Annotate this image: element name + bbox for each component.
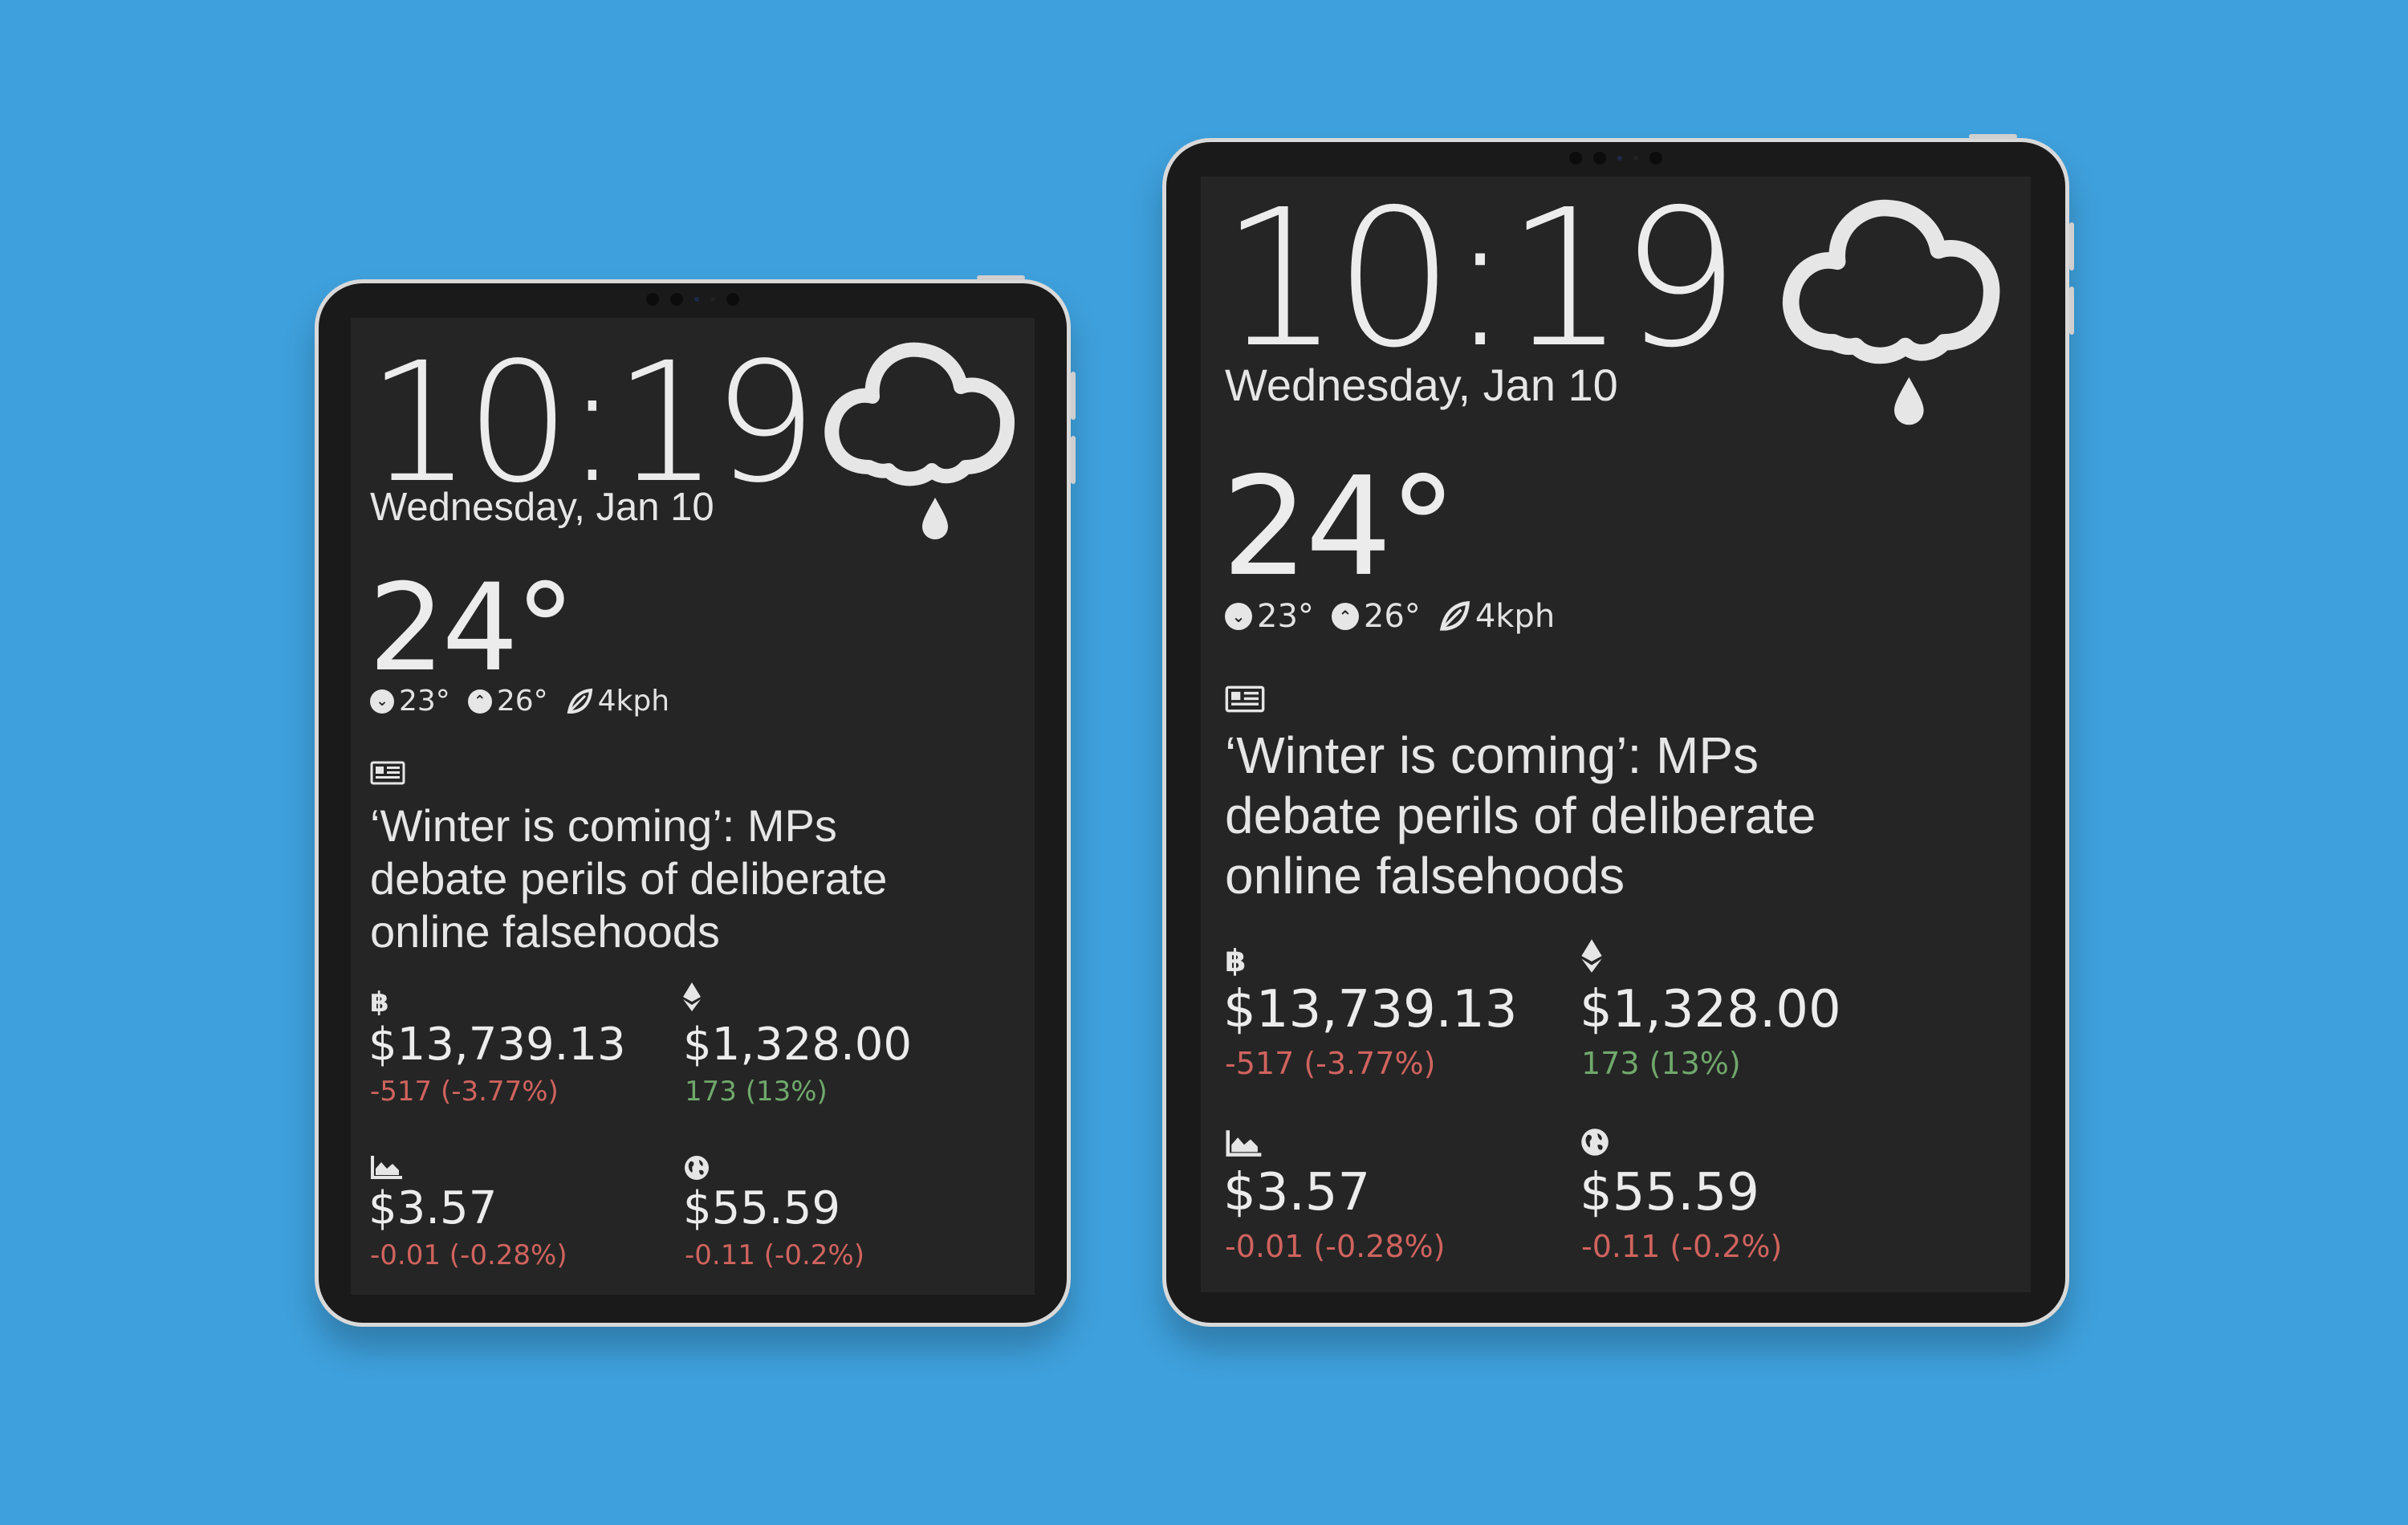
globe-change: -0.11 (-0.2%) — [685, 1239, 864, 1271]
ethereum-change: 173 (13%) — [685, 1076, 828, 1108]
wind: 4kph — [566, 687, 669, 716]
bitcoin-change: -517 (-3.77%) — [370, 1076, 559, 1108]
ethereum-change: 173 (13%) — [1581, 1046, 1741, 1081]
volume-button — [1071, 436, 1076, 484]
sensor-dot — [1593, 152, 1606, 165]
camera-lens — [694, 297, 699, 302]
globe-icon — [1581, 1128, 1609, 1156]
newspaper-icon — [1225, 685, 1265, 713]
camera-bar — [1569, 152, 1662, 165]
news-headline: ‘Winter is coming’: MPs debate perils of… — [1225, 726, 1816, 905]
dashboard-screen: 10:19 Wednesday, Jan 10 24° ⌄ 23° ⌃ 26° … — [351, 318, 1035, 1295]
chevron-down-icon: ⌄ — [370, 689, 394, 714]
tablet-large: 10:19 Wednesday, Jan 10 24° ⌄ 23° ⌃ 26° … — [1162, 134, 2074, 1327]
ethereum-icon — [683, 982, 701, 1011]
date-label: Wednesday, Jan 10 — [370, 486, 714, 529]
news-headline: ‘Winter is coming’: MPs debate perils of… — [370, 800, 888, 957]
bitcoin-icon: ฿ — [1225, 943, 1247, 978]
cloud-rain-icon — [1782, 199, 2000, 425]
globe-price: $55.59 — [1580, 1163, 1759, 1222]
high-temp-value: 26° — [496, 685, 548, 718]
clock-time: 10:19 — [367, 327, 818, 519]
weather-details: ⌄ 23° ⌃ 26° 4kph — [370, 687, 679, 716]
camera-bar — [646, 293, 739, 306]
sensor-dot — [1633, 156, 1638, 161]
wind: 4kph — [1438, 600, 1555, 632]
low-temp: ⌄ 23° — [1225, 600, 1314, 632]
temperature-value: 24° — [1222, 448, 1457, 607]
sensor-dot — [726, 293, 739, 306]
volume-button — [2069, 287, 2074, 335]
oil-price: $3.57 — [1223, 1163, 1371, 1222]
globe-change: -0.11 (-0.2%) — [1581, 1229, 1783, 1264]
low-temp: ⌄ 23° — [370, 687, 450, 716]
weather-details: ⌄ 23° ⌃ 26° 4kph — [1225, 600, 1564, 632]
bitcoin-change: -517 (-3.77%) — [1225, 1046, 1436, 1081]
chevron-down-icon: ⌄ — [1225, 603, 1252, 630]
sensor-dot — [646, 293, 659, 306]
wind-value: 4kph — [1474, 598, 1556, 635]
ethereum-icon — [1581, 939, 1602, 973]
area-chart-icon — [1226, 1130, 1262, 1157]
temperature-value: 24° — [368, 559, 576, 698]
oil-change: -0.01 (-0.28%) — [370, 1239, 567, 1271]
sensor-dot — [1649, 152, 1662, 165]
bitcoin-icon: ฿ — [370, 986, 389, 1019]
sensor-dot — [1569, 152, 1582, 165]
ethereum-price: $1,328.00 — [683, 1019, 913, 1071]
chevron-up-icon: ⌃ — [467, 689, 492, 714]
bitcoin-price: $13,739.13 — [1223, 980, 1518, 1039]
area-chart-icon — [371, 1156, 402, 1179]
power-button — [1969, 134, 2017, 139]
low-temp-value: 23° — [399, 685, 450, 718]
dashboard-screen: 10:19 Wednesday, Jan 10 24° ⌄ 23° ⌃ 26° … — [1201, 177, 2031, 1292]
volume-button — [2069, 222, 2074, 270]
sensor-dot — [670, 293, 683, 306]
high-temp: ⌃ 26° — [467, 685, 548, 718]
wind-value: 4kph — [597, 685, 670, 718]
globe-price: $55.59 — [683, 1182, 840, 1234]
globe-icon — [685, 1156, 709, 1180]
low-temp-value: 23° — [1257, 598, 1314, 635]
high-temp-value: 26° — [1363, 598, 1421, 635]
volume-button — [1071, 372, 1076, 420]
power-button — [977, 275, 1025, 280]
tablet-small: 10:19 Wednesday, Jan 10 24° ⌄ 23° ⌃ 26° … — [315, 275, 1076, 1327]
cloud-rain-icon — [824, 342, 1015, 539]
oil-price: $3.57 — [368, 1182, 498, 1234]
camera-lens — [1617, 156, 1622, 161]
date-label: Wednesday, Jan 10 — [1225, 360, 1618, 410]
ethereum-price: $1,328.00 — [1580, 980, 1841, 1039]
high-temp: ⌃ 26° — [1331, 598, 1421, 635]
oil-change: -0.01 (-0.28%) — [1225, 1229, 1446, 1264]
newspaper-icon — [370, 761, 405, 785]
bitcoin-price: $13,739.13 — [368, 1019, 626, 1071]
leaf-icon — [1439, 600, 1470, 631]
clock-time: 10:19 — [1220, 177, 1740, 389]
chevron-up-icon: ⌃ — [1331, 603, 1359, 630]
leaf-icon — [567, 688, 592, 714]
sensor-dot — [710, 297, 715, 302]
